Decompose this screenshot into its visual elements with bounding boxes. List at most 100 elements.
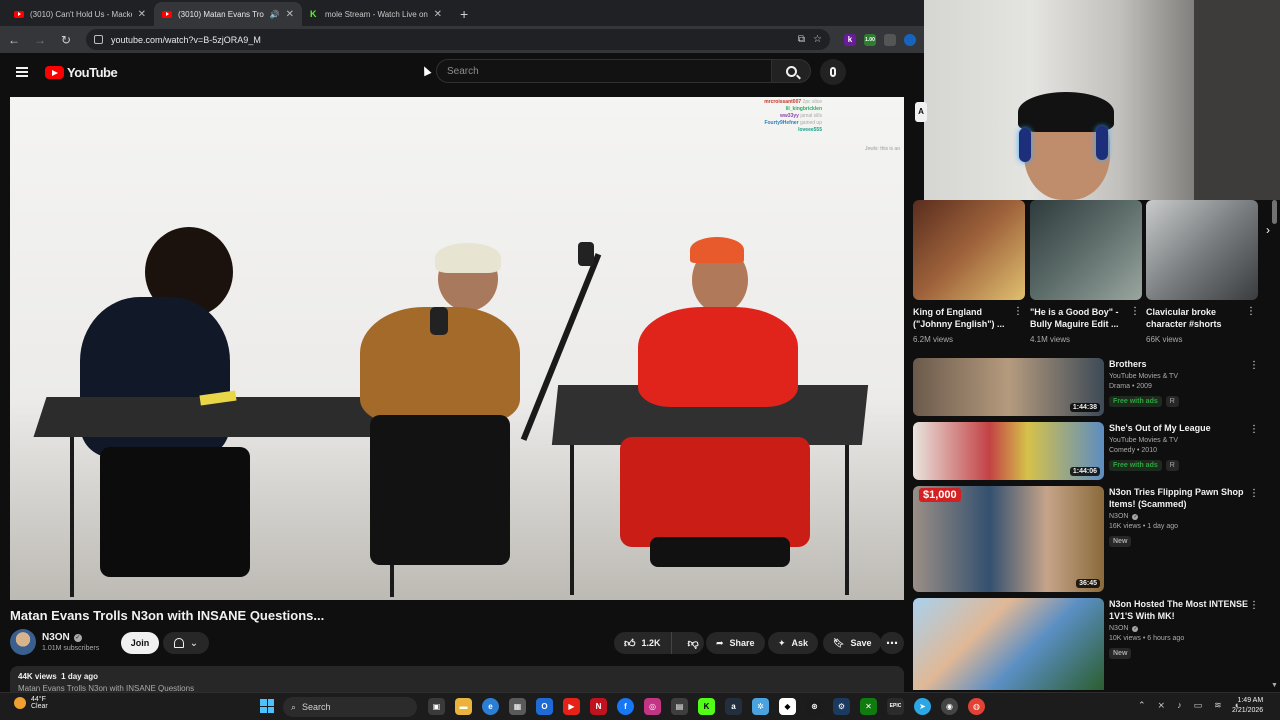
menu-icon[interactable] [16,67,28,77]
chatgpt-icon[interactable]: ⊛ [806,698,823,715]
scroll-down-icon[interactable]: ▼ [1271,682,1278,689]
scrollbar-thumb[interactable] [1272,200,1277,224]
filter-chip[interactable]: A [915,102,927,122]
network-off-icon[interactable]: ⨯ [1158,700,1166,711]
profile-icon[interactable] [904,33,916,46]
like-button[interactable]: 👍︎ 1.2K [614,632,672,654]
ask-button[interactable]: ✦ Ask [768,632,819,654]
short-title[interactable]: Clavicular broke character #shorts [1146,306,1258,332]
netflix-icon[interactable]: N [590,698,607,715]
amazon-icon[interactable]: a [725,698,742,715]
search-button[interactable] [771,59,811,83]
more-vertical-icon[interactable]: ⋮ [1249,488,1259,499]
rec-title[interactable]: She's Out of My League [1109,422,1249,434]
back-icon[interactable]: ← [8,33,20,47]
bookmark-star-icon[interactable]: ☆ [813,34,822,45]
more-vertical-icon[interactable]: ⋮ [1249,360,1259,371]
instagram-icon[interactable]: ◎ [644,698,661,715]
recommendation-item[interactable]: N3on Hosted The Most INTENSE 1V1'S With … [913,598,1269,690]
obs-icon[interactable]: ◉ [941,698,958,715]
more-vertical-icon[interactable]: ⋮ [1249,600,1259,611]
rec-thumbnail[interactable] [913,598,1104,690]
more-vertical-icon[interactable]: ⋮ [1130,306,1140,317]
short-thumbnail[interactable] [1146,200,1258,300]
tab-matan-evans[interactable]: (3010) Matan Evans Trolls N 🔊 ✕ [154,2,302,26]
more-vertical-icon[interactable]: ⋮ [1249,424,1259,435]
rec-thumbnail[interactable]: $1,000 36:45 [913,486,1104,592]
channel-name[interactable]: N3ON [42,632,70,643]
tab-cant-hold-us[interactable]: (3010) Can't Hold Us - Mackem ✕ [6,2,154,26]
channel-avatar[interactable] [10,629,36,655]
microphone-tray-icon[interactable]: ♪ [1177,700,1182,711]
more-vertical-icon[interactable]: ⋮ [1013,306,1023,317]
youtube-app-icon[interactable]: ▶ [563,698,580,715]
chrome-icon[interactable]: ◍ [968,698,985,715]
outlook-icon[interactable]: O [536,698,553,715]
short-card[interactable]: King of England ("Johnny English") ... 6… [913,200,1025,344]
facebook-icon[interactable]: f [617,698,634,715]
telegram-icon[interactable]: ➤ [914,698,931,715]
task-view-icon[interactable]: ▣ [428,698,445,715]
site-info-icon[interactable] [94,35,103,44]
speaker-icon[interactable]: 🔊 [270,10,280,19]
url-text[interactable]: youtube.com/watch?v=B-5zjORA9_M [111,35,790,45]
media-app-icon[interactable]: ▤ [671,698,688,715]
chat-message: Fourty9Hefner gained up [764,120,822,126]
rec-thumbnail[interactable]: 1:44:06 [913,422,1104,480]
short-card[interactable]: "He is a Good Boy" - Bully Maguire Edit … [1030,200,1142,344]
short-title[interactable]: "He is a Good Boy" - Bully Maguire Edit … [1030,306,1142,332]
store-icon[interactable]: ▦ [509,698,526,715]
video-player[interactable]: mrcroissant007 2pc slice lil_kingbrickle… [10,97,904,600]
extension-k-icon[interactable]: k [844,33,856,46]
more-vertical-icon[interactable]: ⋮ [1246,306,1256,317]
weather-widget[interactable]: 44°F Clear [14,696,48,710]
new-tab-icon[interactable]: + [460,6,468,22]
short-card[interactable]: Clavicular broke character #shorts 66K v… [1146,200,1258,344]
tab-kick-stream[interactable]: K mole Stream - Watch Live on K ✕ [302,2,450,26]
rec-title[interactable]: N3on Tries Flipping Pawn Shop Items! (Sc… [1109,486,1249,510]
youtube-favicon-icon [162,10,172,18]
tray-chevron-up-icon[interactable]: ⌃ [1138,700,1146,711]
share-button[interactable]: ➦ Share [706,632,765,654]
close-tab-icon[interactable]: ✕ [286,9,294,20]
rec-meta: 10K views • 6 hours ago [1109,635,1185,642]
url-bar[interactable]: youtube.com/watch?v=B-5zjORA9_M ⧉ ☆ [86,29,830,50]
short-thumbnail[interactable] [913,200,1025,300]
clock[interactable]: 1:49 AM 2/21/2026 [1232,696,1263,716]
subscribed-notifications-button[interactable]: ⌄ [163,632,209,654]
install-app-icon[interactable]: ⧉ [798,34,805,45]
youtube-logo[interactable]: YouTube [45,65,118,80]
settings-app-icon[interactable]: ✲ [752,698,769,715]
rec-title[interactable]: N3on Hosted The Most INTENSE 1V1'S With … [1109,598,1249,622]
close-tab-icon[interactable]: ✕ [434,9,442,20]
description-box[interactable]: 44K views 1 day ago Matan Evans Trolls N… [10,666,904,692]
voice-search-button[interactable] [820,59,846,85]
more-actions-button[interactable]: ⋯ [880,632,904,654]
windows-start-icon[interactable] [260,699,274,713]
steam-icon[interactable]: ⚙ [833,698,850,715]
forward-icon[interactable]: → [34,33,46,47]
short-title[interactable]: King of England ("Johnny English") ... [913,306,1025,332]
close-tab-icon[interactable]: ✕ [138,9,146,20]
join-button[interactable]: Join [121,632,159,654]
display-icon[interactable]: ▭ [1194,700,1203,711]
wifi-icon[interactable]: ≋ [1214,700,1222,711]
file-explorer-icon[interactable]: ▬ [455,698,472,715]
extension-counter-icon[interactable]: 1.00 [864,33,876,46]
dislike-button[interactable]: 👎︎ [678,637,709,650]
search-input[interactable]: Search [436,59,772,83]
recommendation-item[interactable]: $1,000 36:45 N3on Tries Flipping Pawn Sh… [913,486,1269,596]
xbox-icon[interactable]: ✕ [860,698,877,715]
roblox-icon[interactable]: ◆ [779,698,796,715]
channel-name-row[interactable]: N3ON ✓ [42,632,82,643]
edge-icon[interactable]: e [482,698,499,715]
save-button[interactable]: 🔖︎ Save [823,632,882,654]
rec-thumbnail[interactable]: 1:44:38 [913,358,1104,416]
reload-icon[interactable]: ↻ [60,33,72,47]
short-thumbnail[interactable] [1030,200,1142,300]
epic-games-icon[interactable]: EPIC [887,698,904,715]
rec-title[interactable]: Brothers [1109,358,1249,370]
kick-app-icon[interactable]: K [698,698,715,715]
extension-puzzle-icon[interactable] [884,33,896,46]
taskbar-search[interactable]: ⌕ Search [283,697,417,717]
